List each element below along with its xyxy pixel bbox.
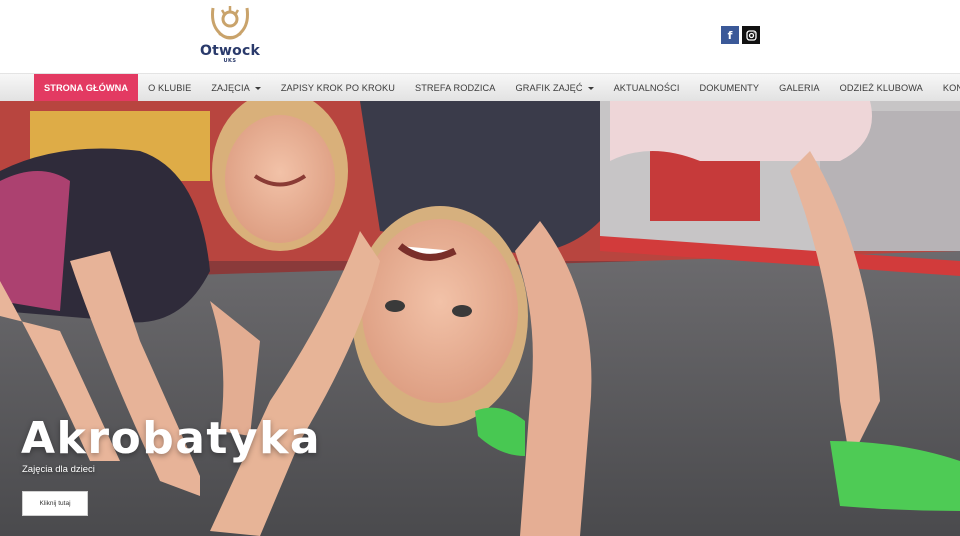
hero-photo xyxy=(0,101,960,536)
nav-item-odziez-klubowa[interactable]: ODZIEŻ KLUBOWA xyxy=(830,74,933,102)
instagram-icon[interactable] xyxy=(742,26,760,44)
logo-name: Otwock xyxy=(200,43,260,59)
chevron-down-icon xyxy=(254,86,261,90)
nav-label: KONTAKT xyxy=(942,83,960,93)
hero-subtitle: Zajęcia dla dzieci xyxy=(22,464,95,475)
nav-label: ODZIEŻ KLUBOWA xyxy=(839,83,923,93)
nav-label: STRONA GŁÓWNA xyxy=(44,83,129,93)
instagram-glyph xyxy=(745,29,757,41)
nav-label: GRAFIK ZAJĘĆ xyxy=(515,83,583,93)
nav-label: AKTUALNOŚCI xyxy=(613,83,680,93)
nav-item-dokumenty[interactable]: DOKUMENTY xyxy=(690,74,770,102)
nav-item-aktualnosci[interactable]: AKTUALNOŚCI xyxy=(604,74,690,102)
nav-item-grafik-zajec[interactable]: GRAFIK ZAJĘĆ xyxy=(506,74,604,102)
hero-cta-button[interactable]: Kliknij tutaj xyxy=(22,491,88,516)
nav-label: ZAJĘCIA xyxy=(211,83,250,93)
social-links: f xyxy=(721,26,760,44)
nav-item-galeria[interactable]: GALERIA xyxy=(769,74,830,102)
chevron-down-icon xyxy=(587,86,594,90)
nav-item-strona-glowna[interactable]: STRONA GŁÓWNA xyxy=(34,74,139,102)
hero-title: Akrobatyka xyxy=(21,413,322,464)
nav-item-o-klubie[interactable]: O KLUBIE xyxy=(138,74,201,102)
main-navigation: STRONA GŁÓWNA O KLUBIE ZAJĘCIA ZAPISY KR… xyxy=(0,73,960,102)
nav-label: STREFA RODZICA xyxy=(414,83,496,93)
site-header: Otwock UKS f xyxy=(0,0,960,73)
nav-item-kontakt[interactable]: KONTAKT xyxy=(933,74,960,102)
nav-item-zapisy[interactable]: ZAPISY KROK PO KROKU xyxy=(271,74,405,102)
nav-item-zajecia[interactable]: ZAJĘCIA xyxy=(201,74,270,102)
nav-label: DOKUMENTY xyxy=(699,83,760,93)
club-logo[interactable]: Otwock UKS xyxy=(196,4,264,68)
nav-label: GALERIA xyxy=(779,83,820,93)
nav-items: STRONA GŁÓWNA O KLUBIE ZAJĘCIA ZAPISY KR… xyxy=(34,74,960,102)
facebook-glyph: f xyxy=(727,28,733,42)
nav-label: O KLUBIE xyxy=(148,83,192,93)
nav-label: ZAPISY KROK PO KROKU xyxy=(280,83,395,93)
facebook-icon[interactable]: f xyxy=(721,26,739,44)
hero-slider: Akrobatyka Zajęcia dla dzieci Kliknij tu… xyxy=(0,101,960,536)
logo-emblem-icon xyxy=(211,6,249,40)
nav-item-strefa-rodzica[interactable]: STREFA RODZICA xyxy=(405,74,506,102)
